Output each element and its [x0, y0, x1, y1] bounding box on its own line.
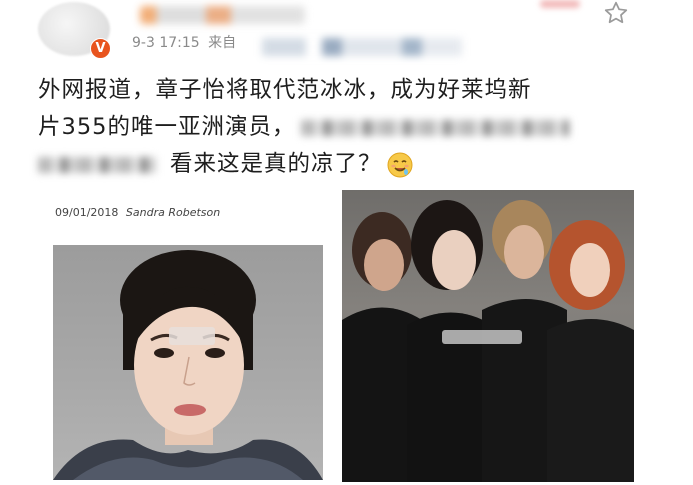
post-body: 外网报道，章子怡将取代范冰冰，成为好莱坞新 片355的唯一亚洲演员， 看来这是真… [38, 72, 638, 183]
mention-blurred[interactable] [301, 119, 570, 136]
post-text-line-3: 看来这是真的凉了？ [38, 146, 638, 183]
post-source-blurred [262, 38, 462, 56]
caption-date: 09/01/2018 [55, 206, 119, 219]
image-caption: 09/01/2018 Sandra Robetson [55, 206, 220, 219]
star-outline-icon[interactable] [603, 0, 629, 26]
post-timestamp: 9-3 17:15 [132, 35, 200, 51]
top-corner-blurred [540, 0, 580, 8]
post-text-line-1: 外网报道，章子怡将取代范冰冰，成为好莱坞新 [38, 77, 532, 103]
post-meta: 9-3 17:15 来自 [132, 32, 236, 52]
post-text-line-2-text: 片355的唯一亚洲演员， [38, 114, 296, 140]
group-photo[interactable] [342, 190, 634, 482]
mention-blurred-2[interactable] [38, 156, 156, 173]
portrait-photo[interactable] [53, 245, 323, 480]
post-text-line-3-text: 看来这是真的凉了？ [170, 151, 382, 177]
post-text-line-2: 片355的唯一亚洲演员， [38, 109, 638, 146]
verified-badge-icon: V [90, 38, 111, 59]
username-blurred[interactable] [140, 6, 305, 24]
drooling-emoji-icon [386, 151, 414, 179]
caption-author: Sandra Robetson [125, 206, 221, 219]
post-source-prefix: 来自 [208, 35, 237, 51]
